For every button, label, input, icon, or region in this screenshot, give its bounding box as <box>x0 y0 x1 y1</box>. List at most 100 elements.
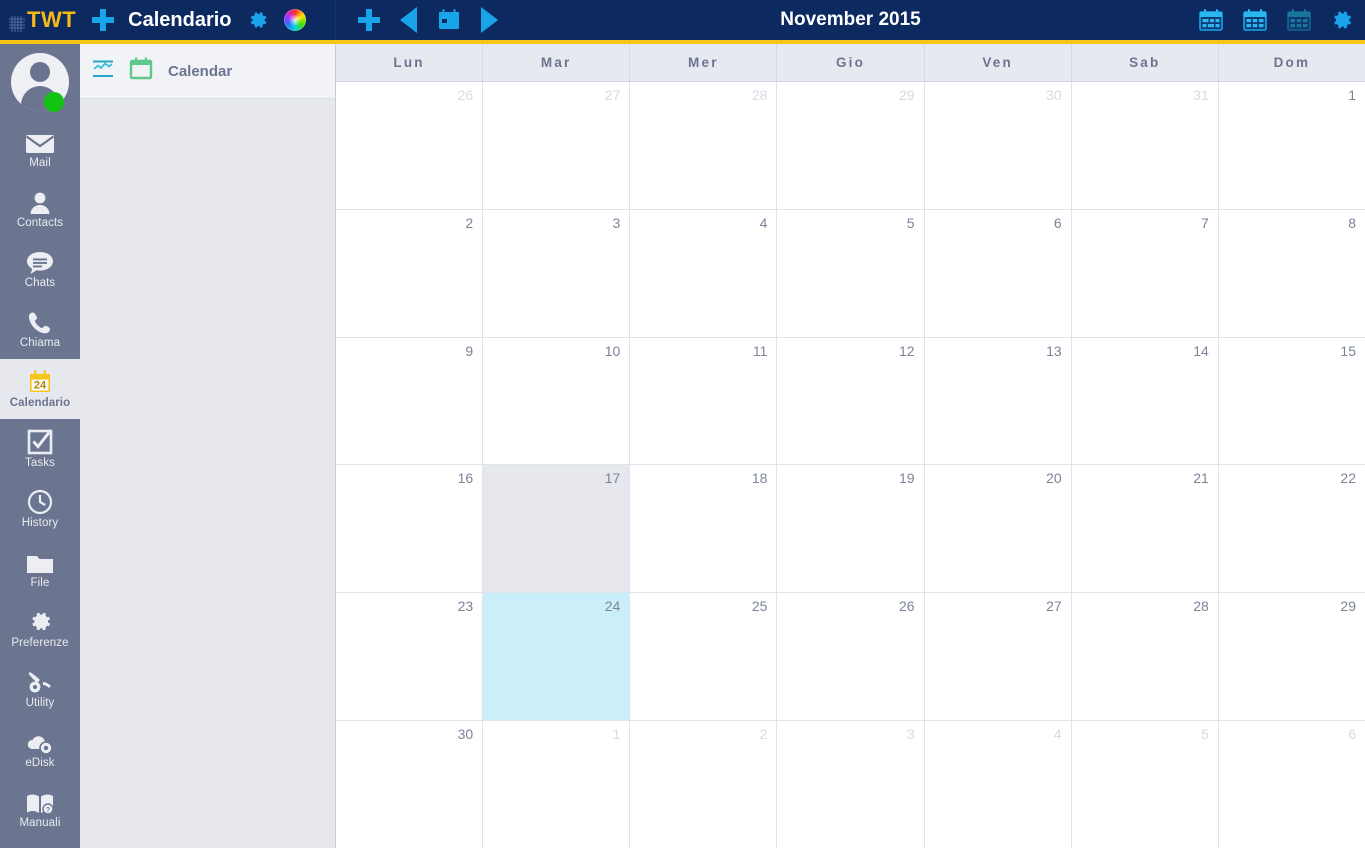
calendar-day-cell[interactable]: 12 <box>777 337 925 465</box>
calendar-day-cell[interactable]: 26 <box>777 593 925 721</box>
today-button[interactable] <box>435 6 463 34</box>
calendar-week-row: 30 1 2 3 4 5 6 <box>336 721 1365 848</box>
calendar-day-cell[interactable]: 10 <box>483 337 631 465</box>
day-number: 2 <box>759 726 768 743</box>
calendar-day-cell[interactable]: 20 <box>925 465 1072 593</box>
calendar-day-cell[interactable]: 5 <box>1072 721 1219 848</box>
view-month-button[interactable] <box>1285 6 1313 34</box>
rail-item-file[interactable]: File <box>0 539 80 599</box>
calendar-day-cell[interactable]: 13 <box>925 337 1072 465</box>
rail-item-label: Tasks <box>25 456 55 469</box>
calendar-day-cell[interactable]: 28 <box>630 82 778 209</box>
calendar-grid: 26 27 28 29 30 31 1 2 3 4 5 6 7 8 9 10 11 12 13 14 15 16 17 18 1… <box>336 82 1365 848</box>
day-number: 22 <box>1340 470 1356 487</box>
rail-item-mail[interactable]: Mail <box>0 119 80 179</box>
top-bar-left-section: TWT Calendario <box>0 0 336 40</box>
calendar-day-cell[interactable]: 14 <box>1072 337 1219 465</box>
calendar-day-cell[interactable]: 3 <box>777 721 925 848</box>
grid-icon <box>9 12 25 32</box>
calendar-day-cell[interactable]: 8 <box>1219 210 1365 337</box>
calendar-day-cell[interactable]: 28 <box>1072 593 1219 721</box>
calendar-day-cell[interactable]: 18 <box>630 465 778 593</box>
rail-item-preferenze[interactable]: Preferenze <box>0 599 80 659</box>
previous-triangle-icon[interactable] <box>400 7 417 33</box>
calendar-list-panel: Calendar <box>80 44 336 848</box>
gear-icon <box>27 609 54 635</box>
gear-icon <box>250 12 266 28</box>
brand-label: TWT <box>27 7 77 32</box>
calendar-day-cell[interactable]: 23 <box>336 593 484 721</box>
calendar-day-cell[interactable]: 19 <box>777 465 925 593</box>
calendar-day-cell[interactable]: 26 <box>336 82 484 209</box>
rail-item-edisk[interactable]: eDisk <box>0 719 80 779</box>
rail-item-chiama[interactable]: Chiama <box>0 299 80 359</box>
calendar-day-cell[interactable]: 2 <box>630 721 778 848</box>
calendar-day-cell[interactable]: 5 <box>777 209 925 337</box>
calendar-day-cell[interactable]: 24 <box>483 593 631 721</box>
new-event-button[interactable] <box>356 7 382 33</box>
calendar-day-cell[interactable]: 22 <box>1219 465 1365 592</box>
calendar-day-cell[interactable]: 3 <box>483 209 631 337</box>
calendar-day-cell[interactable]: 9 <box>336 337 484 465</box>
chart-icon[interactable] <box>92 59 114 84</box>
day-number: 1 <box>1348 87 1356 103</box>
color-wheel-icon[interactable] <box>283 9 306 31</box>
book-help-icon: ? <box>25 789 55 815</box>
view-day-button[interactable] <box>1197 6 1225 34</box>
add-button[interactable] <box>90 7 116 33</box>
calendar-day-cell[interactable]: 7 <box>1072 209 1219 337</box>
brand-logo[interactable]: TWT <box>9 7 76 33</box>
clock-icon <box>27 489 53 515</box>
calendar-day-cell[interactable]: 30 <box>336 721 484 848</box>
calendar-day-cell[interactable]: 11 <box>630 337 778 465</box>
calendar-day-cell[interactable]: 29 <box>1219 593 1365 720</box>
calendar-day-cell[interactable]: 30 <box>925 82 1072 209</box>
calendar-day-cell[interactable]: 4 <box>925 721 1072 848</box>
rail-item-label: History <box>21 516 59 529</box>
calendar-day-cell[interactable]: 15 <box>1219 338 1365 465</box>
avatar-wrap[interactable] <box>0 44 80 119</box>
gear-icon <box>1334 11 1352 29</box>
view-week-button[interactable] <box>1241 6 1269 34</box>
calendar-day-cell[interactable]: 1 <box>483 721 631 848</box>
day-number: 31 <box>1193 87 1209 103</box>
calendar-day-cell[interactable]: 29 <box>777 82 925 209</box>
svg-text:24: 24 <box>34 379 47 391</box>
calendar-day-headers: Lun Mar Mer Gio Ven Sab Dom <box>336 44 1365 82</box>
calendar-day-cell[interactable]: 6 <box>925 209 1072 337</box>
calendar-nav-group <box>356 6 498 34</box>
rail-item-manuali[interactable]: ? Manuali <box>0 779 80 839</box>
day-number: 9 <box>465 342 474 359</box>
calendar-day-cell[interactable]: 27 <box>925 593 1072 721</box>
chat-bubble-icon <box>26 249 54 275</box>
settings-button[interactable] <box>246 8 270 32</box>
calendar-week-view-icon <box>1243 9 1267 31</box>
calendar-day-cell[interactable]: 16 <box>336 465 484 593</box>
rail-item-contacts[interactable]: Contacts <box>0 179 80 239</box>
calendar-day-cell[interactable]: 4 <box>630 209 778 337</box>
calendar-week-row: 9 10 11 12 13 14 15 <box>336 337 1365 466</box>
accent-rule <box>0 40 1365 44</box>
calendar-settings-button[interactable] <box>1329 7 1355 33</box>
rail-item-tasks[interactable]: Tasks <box>0 419 80 479</box>
day-number: 29 <box>898 87 915 103</box>
calendar-day-cell[interactable]: 17 <box>483 465 631 593</box>
day-number: 8 <box>1348 214 1356 231</box>
calendar-day-cell[interactable]: 21 <box>1072 465 1219 593</box>
rail-item-utility[interactable]: Utility <box>0 659 80 719</box>
calendar-day-cell[interactable]: 25 <box>630 593 778 721</box>
day-number: 5 <box>906 214 915 231</box>
rail-item-chats[interactable]: Chats <box>0 239 80 299</box>
rail-item-calendario[interactable]: 24 Calendario <box>0 359 80 419</box>
calendar-day-cell[interactable]: 2 <box>336 209 484 337</box>
plus-icon <box>90 7 116 33</box>
calendar-list-header: Calendar <box>80 44 335 99</box>
rail-item-label: Preferenze <box>11 636 69 649</box>
calendar-day-cell[interactable]: 31 <box>1072 82 1219 209</box>
calendar-day-cell[interactable]: 27 <box>483 82 631 209</box>
calendar-day-cell[interactable]: 1 <box>1219 82 1365 209</box>
rail-item-history[interactable]: History <box>0 479 80 539</box>
next-triangle-icon[interactable] <box>481 7 498 33</box>
day-number: 6 <box>1053 214 1062 231</box>
calendar-day-cell[interactable]: 6 <box>1219 721 1365 848</box>
